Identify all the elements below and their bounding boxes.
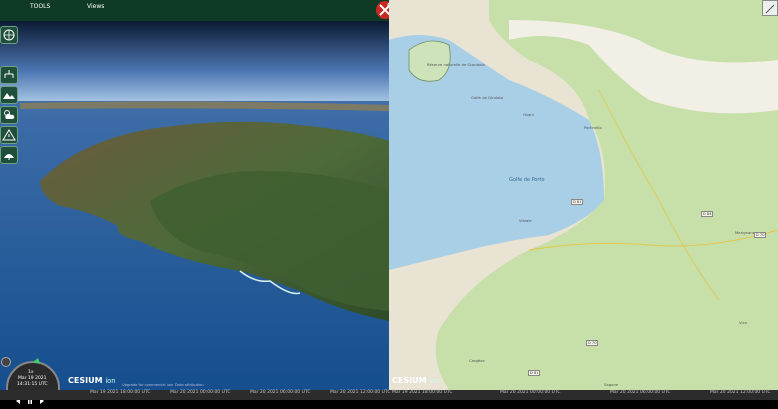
road-label: D 81 (528, 370, 541, 376)
map-label: Cargèse (469, 358, 485, 363)
map-label: Marignana (735, 230, 756, 235)
timeline-tick: Mar 20 2021 12:00:00 UTC (710, 390, 771, 395)
globe-button[interactable] (0, 26, 18, 44)
map-label: Réserve naturelle de Scandola (427, 62, 485, 67)
timeline-tick: Mar 20 2021 00:00:00 UTC (500, 390, 561, 395)
road-label: D 84 (701, 211, 714, 217)
clock-time: 14:31:15 UTC (17, 382, 48, 387)
data-attribution-link[interactable]: Data attribution (175, 383, 204, 387)
map-2d-view[interactable]: Réserve naturelle de Scandola Golfe de G… (389, 0, 778, 390)
clock-settings-icon[interactable] (1, 357, 11, 367)
expand-icon (765, 4, 775, 14)
satellite-button[interactable] (0, 146, 18, 164)
map-label: Osani (523, 112, 534, 117)
timeline-tick: Mar 20 2021 06:00:00 UTC (610, 390, 671, 395)
timeline-tick: Mar 20 2021 06:00:00 UTC (250, 390, 311, 395)
road-label: D 81 (571, 199, 584, 205)
mountain-icon (3, 93, 15, 99)
layers-button[interactable] (0, 66, 18, 84)
cesium-logo: CESIUM ion (68, 376, 116, 385)
globe-icon (3, 29, 15, 41)
road-label: D 70 (754, 232, 767, 238)
timeline-tick: Mar 19 2021 18:00:00 UTC (392, 390, 453, 395)
upgrade-link[interactable]: Upgrade for commercial use (122, 383, 173, 387)
fullscreen-button[interactable] (762, 0, 778, 16)
clock-speed: 1x (28, 370, 34, 375)
map-label: Golfe de Porto (509, 177, 545, 183)
timeline-tick: Mar 20 2021 00:00:00 UTC (170, 390, 231, 395)
tree-icon (4, 70, 14, 78)
menu-tools[interactable]: TOOLS (30, 3, 50, 10)
map-label: Sagone (604, 382, 619, 387)
warning-icon (2, 129, 16, 141)
clock-date: Mar 19 2021 (18, 376, 47, 381)
menu-views[interactable]: Views (87, 3, 104, 10)
timeline-bar[interactable]: Mar 19 2021 18:00:00 UTC Mar 20 2021 00:… (0, 390, 778, 400)
cesium-logo-right: CESIUM ion (392, 376, 440, 385)
map-label: Partinello (584, 125, 602, 130)
globe-3d-view[interactable] (0, 21, 389, 390)
road-label: D 70 (586, 340, 599, 346)
timeline-tick: Mar 19 2021 18:00:00 UTC (90, 390, 151, 395)
timeline-tick: Mar 20 2021 12:00:00 UTC (330, 390, 391, 395)
weather-button[interactable] (0, 106, 18, 124)
warning-button[interactable] (0, 126, 18, 144)
map-label: Vistale (519, 218, 532, 223)
map-label: Vico (739, 320, 747, 325)
cloud-sun-icon (4, 110, 15, 119)
terrain-button[interactable] (0, 86, 18, 104)
map-label: Golfe de Girolata (471, 95, 504, 100)
dish-icon (4, 154, 14, 160)
